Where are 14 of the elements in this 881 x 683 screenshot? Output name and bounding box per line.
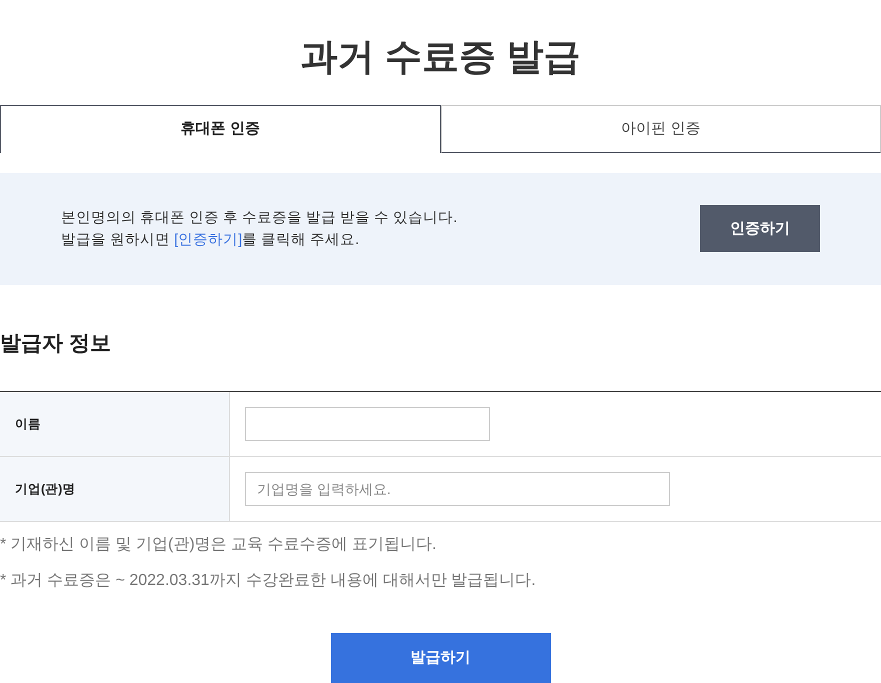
page-title: 과거 수료증 발급 bbox=[300, 34, 580, 79]
note-text: * 과거 수료증은 ~ 2022.03.31까지 수강완료한 내용에 대해서만 발급됩니다. bbox=[0, 571, 537, 591]
input-field[interactable] bbox=[245, 407, 490, 441]
tab[interactable]: 휴대폰 인증 bbox=[0, 105, 440, 153]
field-label: 이름 bbox=[15, 416, 41, 433]
input-field[interactable]: 기업명을 입력하세요. bbox=[245, 472, 670, 506]
section-title: 발급자 정보 bbox=[0, 331, 112, 357]
field-label: 기업(관)명 bbox=[15, 480, 76, 498]
issue-button[interactable]: 발급하기 bbox=[330, 633, 550, 683]
verify-button[interactable]: 인증하기 bbox=[700, 205, 820, 252]
notice-text: 본인명의의 휴대폰 인증 후 수료증을 발급 받을 수 있습니다. 발급을 원하시면 [인증하기]를 클릭해 주세요. bbox=[61, 208, 458, 250]
note-text: * 기재하신 이름 및 기업(관)명은 교육 수료수증에 표기됩니다. bbox=[0, 535, 438, 555]
verify-link[interactable]: [인증하기] bbox=[174, 232, 242, 248]
tab[interactable]: 아이핀 인증 bbox=[440, 105, 881, 153]
